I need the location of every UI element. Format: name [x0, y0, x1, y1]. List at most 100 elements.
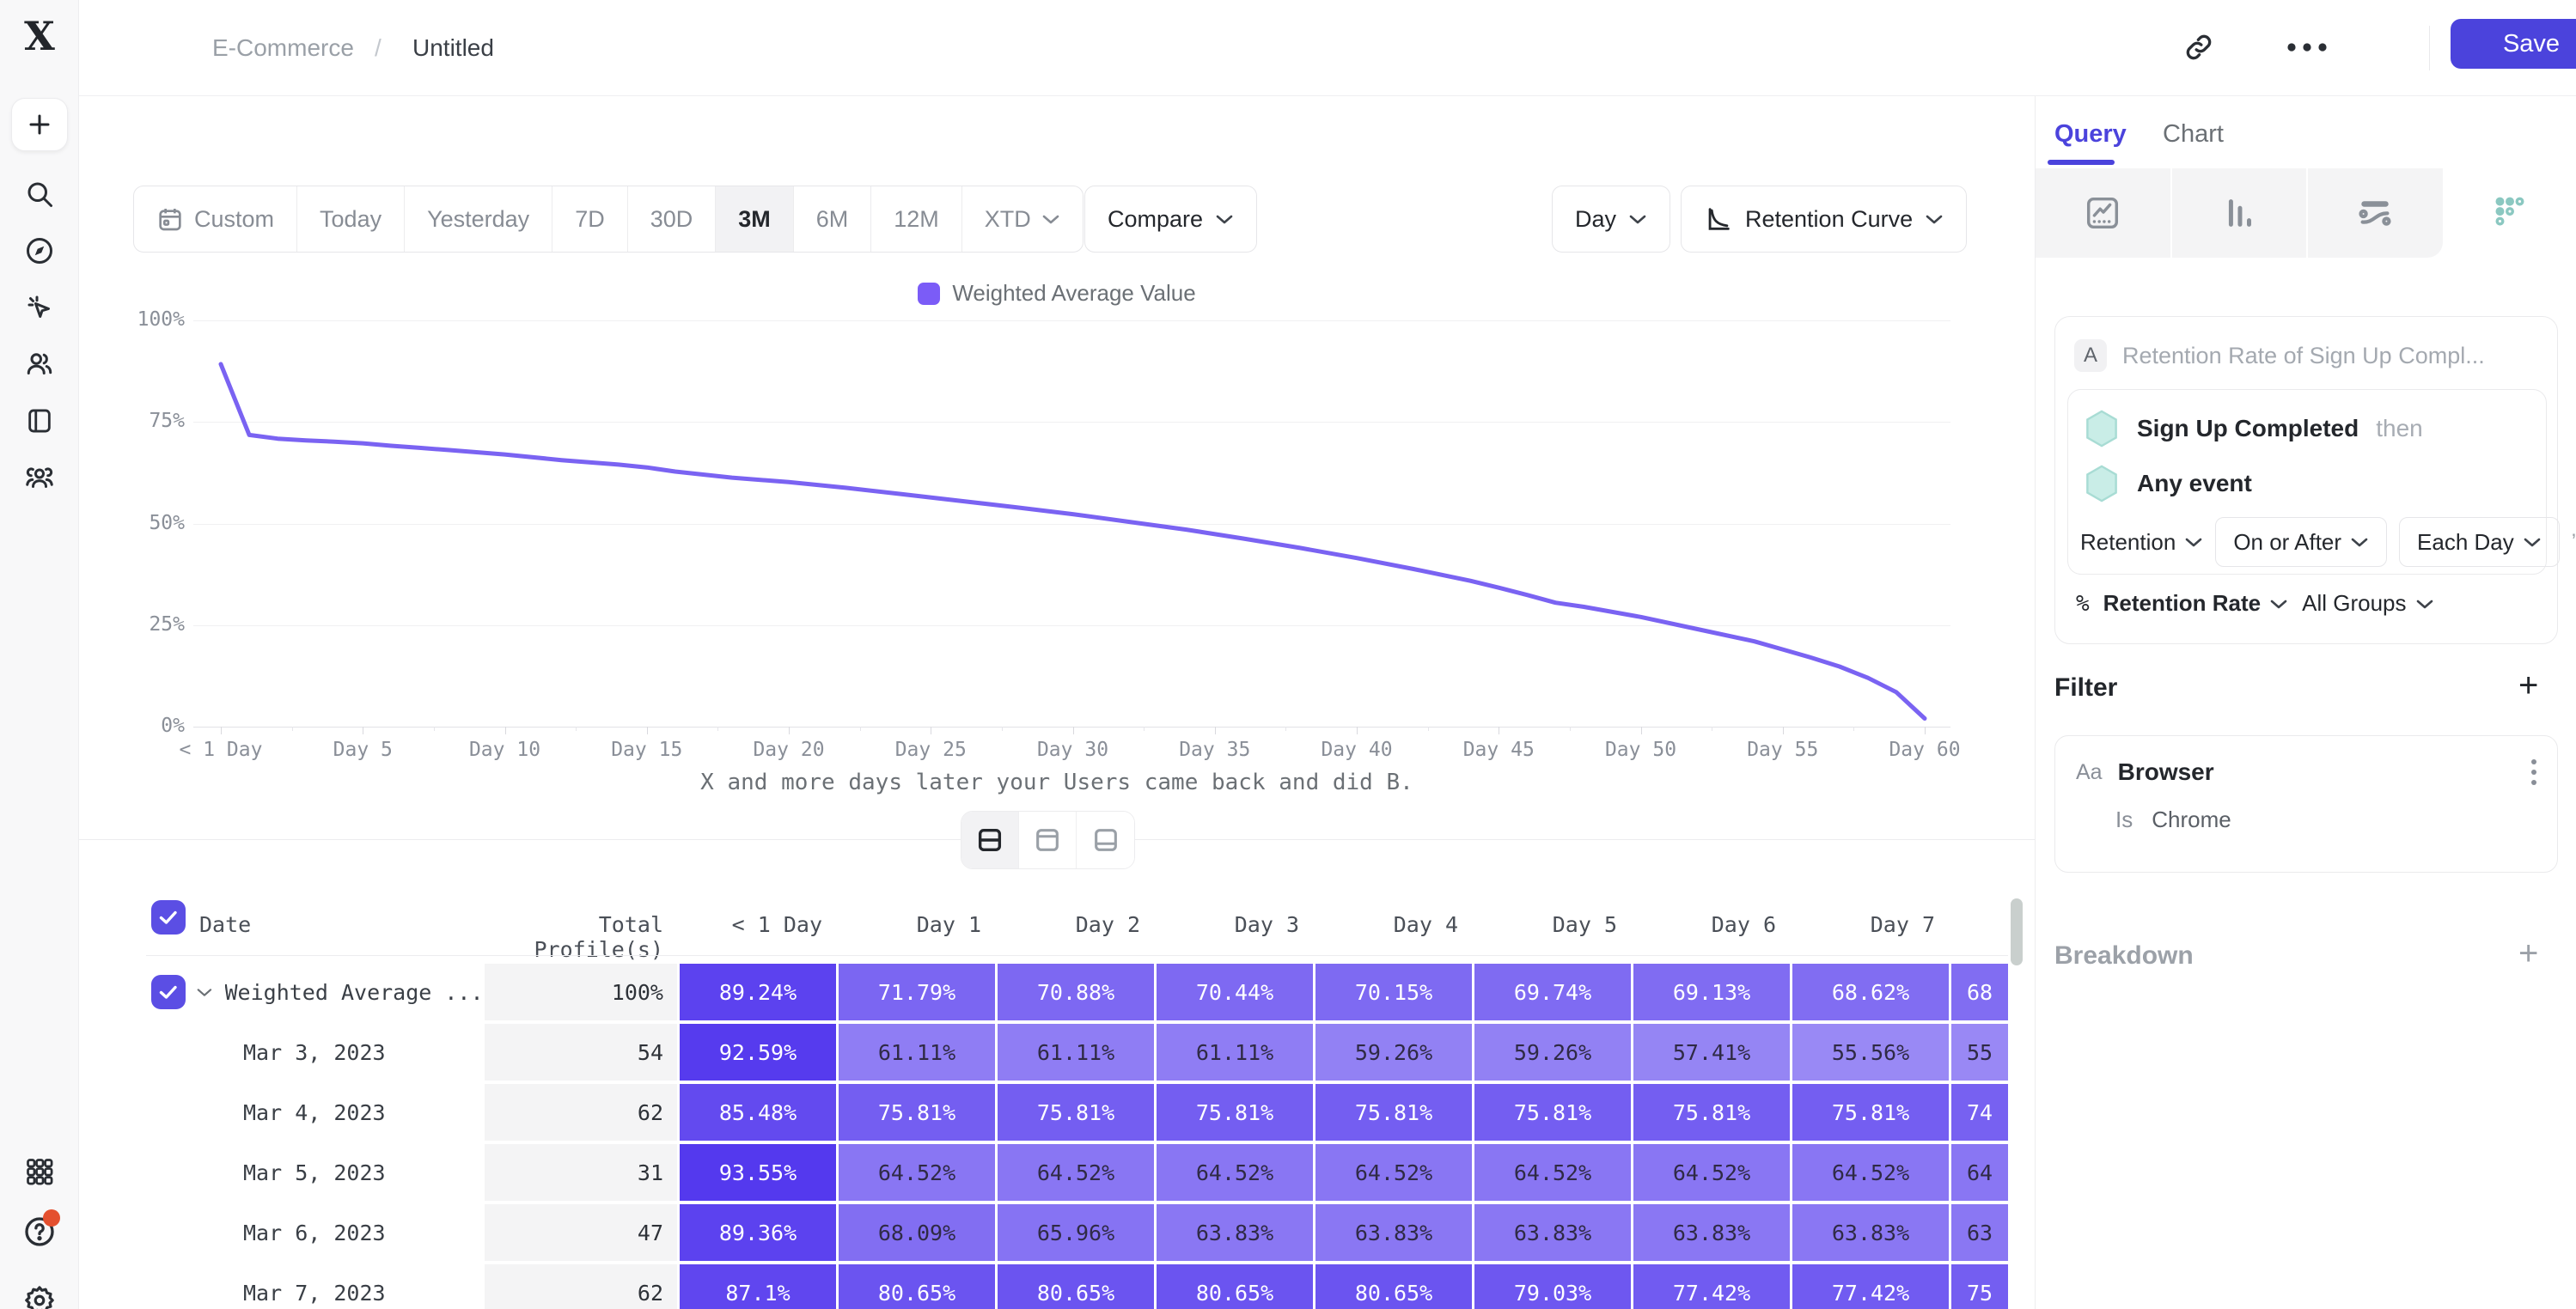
date-cell[interactable]: Mar 6, 2023	[146, 1204, 481, 1261]
retention-cell[interactable]: 68	[1951, 964, 2008, 1020]
range-custom[interactable]: Custom	[134, 186, 297, 252]
notebook-icon[interactable]	[0, 397, 79, 445]
range-yesterday[interactable]: Yesterday	[405, 186, 552, 252]
total-profiles-cell[interactable]: 47	[485, 1204, 677, 1261]
retention-cell[interactable]: 70.88%	[998, 964, 1154, 1020]
retention-cell[interactable]: 75.81%	[1633, 1084, 1790, 1141]
layout-chart-only-button[interactable]	[1019, 812, 1077, 868]
retention-cell[interactable]: 64.52%	[1315, 1144, 1472, 1201]
filter-card[interactable]: Aa Browser Is Chrome	[2054, 735, 2558, 873]
range-today[interactable]: Today	[297, 186, 405, 252]
retention-cell[interactable]: 61.11%	[998, 1024, 1154, 1081]
event2-label[interactable]: Any event	[2137, 470, 2252, 497]
layout-split-button[interactable]	[961, 812, 1019, 868]
retention-cell[interactable]: 64.52%	[998, 1144, 1154, 1201]
tile-line-chart[interactable]	[2036, 168, 2172, 258]
legend-label[interactable]: Weighted Average Value	[952, 280, 1195, 307]
retention-cell[interactable]: 61.11%	[839, 1024, 995, 1081]
retention-cell[interactable]: 85.48%	[680, 1084, 836, 1141]
retention-cell[interactable]: 63.83%	[1315, 1204, 1472, 1261]
save-button[interactable]: Save	[2451, 19, 2576, 69]
retention-cell[interactable]: 69.74%	[1474, 964, 1631, 1020]
retention-cell[interactable]: 75.81%	[1315, 1084, 1472, 1141]
tile-bar-chart[interactable]	[2172, 168, 2309, 258]
retention-cell[interactable]: 63.83%	[1633, 1204, 1790, 1261]
total-profiles-cell[interactable]: 54	[485, 1024, 677, 1081]
retention-cell[interactable]: 63.83%	[1792, 1204, 1949, 1261]
groups-dropdown[interactable]: All Groups	[2302, 590, 2433, 617]
retention-cell[interactable]: 75.81%	[839, 1084, 995, 1141]
range-30d[interactable]: 30D	[628, 186, 717, 252]
retention-cell[interactable]: 63	[1951, 1204, 2008, 1261]
range-3m[interactable]: 3M	[716, 186, 794, 252]
range-12m[interactable]: 12M	[871, 186, 962, 252]
filter-kebab-menu-icon[interactable]	[2531, 759, 2536, 785]
add-breakdown-button[interactable]: +	[2518, 936, 2538, 971]
retention-cell[interactable]: 65.96%	[998, 1204, 1154, 1261]
retention-cell[interactable]: 71.79%	[839, 964, 995, 1020]
retention-cell[interactable]: 75.81%	[1474, 1084, 1631, 1141]
retention-cell[interactable]: 93.55%	[680, 1144, 836, 1201]
tab-chart[interactable]: Chart	[2163, 120, 2224, 149]
retention-cell[interactable]: 75.81%	[998, 1084, 1154, 1141]
share-link-icon[interactable]	[2182, 31, 2215, 68]
vertical-scrollbar-thumb[interactable]	[2011, 898, 2023, 965]
tile-retention-selected[interactable]	[2443, 168, 2576, 258]
total-profiles-cell[interactable]: 62	[485, 1264, 677, 1309]
chart-type-dropdown[interactable]: Retention Curve	[1681, 186, 1967, 253]
date-cell[interactable]: Mar 7, 2023	[146, 1264, 481, 1309]
date-cell[interactable]: Mar 4, 2023	[146, 1084, 481, 1141]
retention-cell[interactable]: 80.65%	[1157, 1264, 1313, 1309]
retention-cell[interactable]: 89.24%	[680, 964, 836, 1020]
retention-cell[interactable]: 77.42%	[1792, 1264, 1949, 1309]
tile-flow-chart[interactable]	[2308, 168, 2443, 258]
retention-cell[interactable]: 80.65%	[839, 1264, 995, 1309]
retention-cell[interactable]: 70.44%	[1157, 964, 1313, 1020]
event1-label[interactable]: Sign Up Completed	[2137, 415, 2359, 442]
retention-cell[interactable]: 68.62%	[1792, 964, 1949, 1020]
query-title-input[interactable]: Retention Rate of Sign Up Compl...	[2122, 343, 2485, 369]
retention-cell[interactable]: 55	[1951, 1024, 2008, 1081]
retention-cell[interactable]: 70.15%	[1315, 964, 1472, 1020]
filter-value[interactable]: Chrome	[2152, 807, 2231, 833]
retention-cell[interactable]: 59.26%	[1315, 1024, 1472, 1081]
retention-cell[interactable]: 68.09%	[839, 1204, 995, 1261]
users-icon[interactable]	[0, 340, 79, 388]
retention-cell[interactable]: 92.59%	[680, 1024, 836, 1081]
retention-cell[interactable]: 64.52%	[1633, 1144, 1790, 1201]
retention-cell[interactable]: 64.52%	[1792, 1144, 1949, 1201]
filter-property-label[interactable]: Browser	[2118, 758, 2214, 786]
range-xtd[interactable]: XTD	[962, 186, 1083, 252]
layout-table-only-button[interactable]	[1077, 812, 1134, 868]
date-cell[interactable]: Mar 5, 2023	[146, 1144, 481, 1201]
select-all-checkbox[interactable]	[151, 900, 186, 935]
retention-cell[interactable]: 63.83%	[1474, 1204, 1631, 1261]
retention-cell[interactable]: 64.52%	[1157, 1144, 1313, 1201]
total-profiles-cell[interactable]: 62	[485, 1084, 677, 1141]
date-cell[interactable]: Weighted Average ...	[146, 964, 481, 1020]
total-profiles-cell[interactable]: 31	[485, 1144, 677, 1201]
new-report-button[interactable]	[11, 98, 68, 151]
each-day-dropdown[interactable]: Each Day	[2399, 517, 2560, 567]
filter-operator[interactable]: Is	[2115, 807, 2133, 833]
tab-query[interactable]: Query	[2054, 120, 2127, 149]
retention-cell[interactable]: 64	[1951, 1144, 2008, 1201]
on-or-after-dropdown[interactable]: On or After	[2215, 517, 2387, 567]
retention-cell[interactable]: 69.13%	[1633, 964, 1790, 1020]
range-6m[interactable]: 6M	[794, 186, 872, 252]
retention-cell[interactable]: 80.65%	[1315, 1264, 1472, 1309]
retention-cell[interactable]: 57.41%	[1633, 1024, 1790, 1081]
retention-cell[interactable]: 63.83%	[1157, 1204, 1313, 1261]
add-filter-button[interactable]: +	[2518, 668, 2538, 703]
row-checkbox[interactable]	[151, 975, 186, 1009]
search-icon[interactable]	[0, 170, 79, 218]
retention-cell[interactable]: 79.03%	[1474, 1264, 1631, 1309]
retention-cell[interactable]: 87.1%	[680, 1264, 836, 1309]
date-cell[interactable]: Mar 3, 2023	[146, 1024, 481, 1081]
cursor-click-icon[interactable]	[0, 283, 79, 332]
retention-mode-dropdown[interactable]: Retention	[2080, 529, 2203, 556]
expand-chevron-icon[interactable]	[196, 987, 213, 998]
breadcrumb-current[interactable]: Untitled	[412, 34, 494, 62]
retention-cell[interactable]: 80.65%	[998, 1264, 1154, 1309]
retention-cell[interactable]: 89.36%	[680, 1204, 836, 1261]
